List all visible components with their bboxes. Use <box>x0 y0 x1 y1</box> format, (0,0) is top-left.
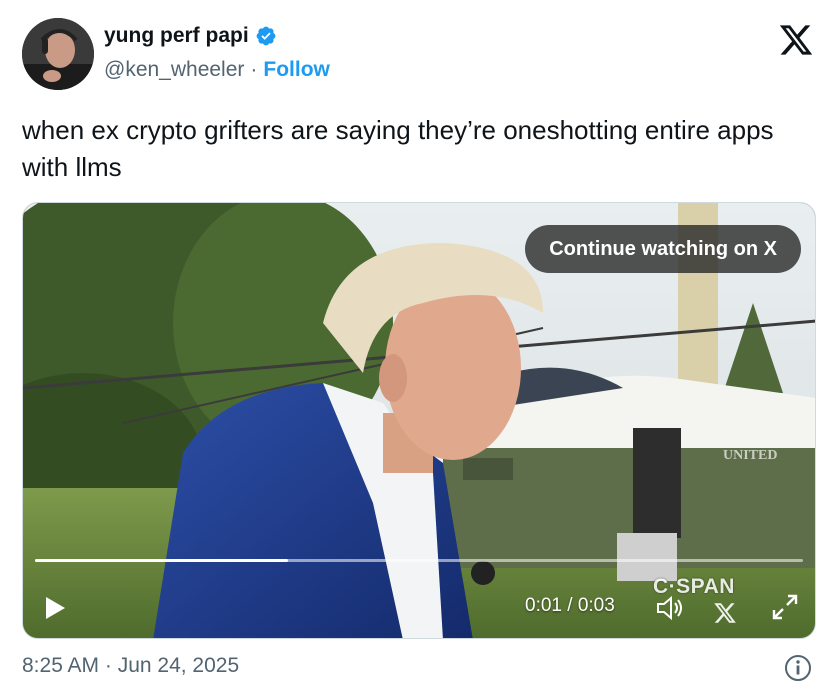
x-logo-icon[interactable] <box>778 22 814 58</box>
helicopter-sign: UNITED <box>723 448 777 463</box>
video-player[interactable]: UNITED Continue watching on X 0:01 / 0:0… <box>22 202 816 639</box>
progress-bar[interactable] <box>35 559 803 562</box>
progress-fill <box>35 559 289 562</box>
continue-watching-button[interactable]: Continue watching on X <box>525 225 801 273</box>
info-icon[interactable] <box>784 654 812 682</box>
fullscreen-icon[interactable] <box>771 593 799 621</box>
play-icon[interactable] <box>43 595 67 621</box>
handle-separator: · <box>250 58 258 81</box>
tweet-text: when ex crypto grifters are saying they’… <box>22 115 774 182</box>
video-time: 0:01 / 0:03 <box>525 595 615 616</box>
display-name[interactable]: yung perf papi <box>104 24 249 48</box>
x-logo-icon <box>714 603 736 623</box>
tweet-timestamp[interactable]: 8:25 AM · Jun 24, 2025 <box>22 654 239 678</box>
volume-icon[interactable] <box>655 595 685 621</box>
verified-badge-icon <box>256 26 276 46</box>
avatar[interactable] <box>22 18 94 90</box>
follow-button[interactable]: Follow <box>263 58 330 82</box>
handle[interactable]: @ken_wheeler <box>104 58 244 82</box>
